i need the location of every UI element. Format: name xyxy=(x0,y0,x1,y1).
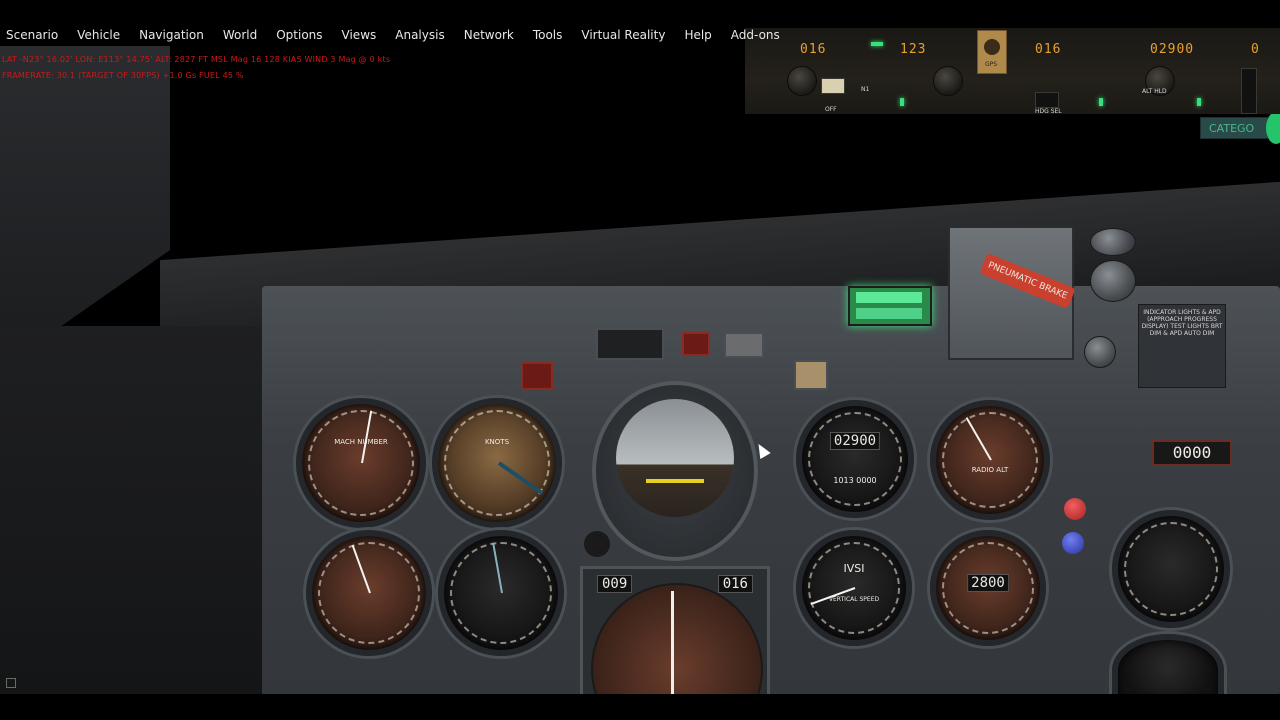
menu-analysis[interactable]: Analysis xyxy=(395,28,444,42)
cockpit-view: MACH NUMBER KNOTS 009 016 02900 1013 000… xyxy=(0,46,1280,706)
status-framerate-line: FRAMERATE: 30.1 (TARGET OF 30FPS) +1.0 G… xyxy=(2,71,244,80)
mcp-heading-readout: 016 xyxy=(1035,42,1062,57)
altimeter-ticks xyxy=(808,412,902,506)
ivsi-label: IVSI xyxy=(843,562,865,575)
mach-gauge: MACH NUMBER xyxy=(296,398,426,528)
attitude-indicator xyxy=(584,381,758,561)
hsi-dial xyxy=(591,583,763,697)
hsi: 009 016 xyxy=(580,566,770,700)
hsi-course-readout: 009 xyxy=(597,575,633,593)
menu-add-ons[interactable]: Add-ons xyxy=(731,28,780,42)
course-knob[interactable] xyxy=(787,66,817,96)
mode-control-panel: 016 123 GPS 016 02900 0 OFF N1 HDG SEL A… xyxy=(745,28,1280,115)
corner-status-icon[interactable] xyxy=(6,678,16,688)
hdg-sel-button[interactable] xyxy=(1035,92,1059,108)
red-button[interactable] xyxy=(1064,498,1086,520)
menu-world[interactable]: World xyxy=(223,28,257,42)
mach-ticks xyxy=(308,410,414,516)
annunciator-lights[interactable] xyxy=(848,286,932,326)
alt-hld-label: ALT HLD xyxy=(1142,88,1167,95)
marker-knob[interactable] xyxy=(1084,336,1116,368)
gps-label: GPS xyxy=(985,61,998,68)
adi-ball xyxy=(616,399,734,517)
altimeter: 02900 1013 0000 xyxy=(796,400,914,518)
menu-options[interactable]: Options xyxy=(276,28,322,42)
pneumatic-brake-handle[interactable]: PNEUMATIC BRAKE xyxy=(979,253,1076,309)
altimeter-baro: 1013 0000 xyxy=(833,476,877,485)
menu-navigation[interactable]: Navigation xyxy=(139,28,204,42)
standby-alt-readout: 2800 xyxy=(967,574,1009,592)
off-label: OFF xyxy=(825,106,837,113)
mda-button[interactable] xyxy=(794,360,828,390)
menu-help[interactable]: Help xyxy=(684,28,711,42)
airspeed-gauge: KNOTS xyxy=(432,398,562,528)
hsi-course-pointer xyxy=(671,591,674,697)
mcp-course-readout: 016 xyxy=(800,42,827,57)
menu-views[interactable]: Views xyxy=(342,28,377,42)
airspeed-ticks xyxy=(444,410,550,516)
hsi-distance-readout: 016 xyxy=(717,575,753,593)
knots-label: KNOTS xyxy=(484,438,510,446)
menu-virtual-reality[interactable]: Virtual Reality xyxy=(581,28,665,42)
left-console xyxy=(0,326,290,696)
fd-switch[interactable] xyxy=(821,78,845,94)
n1-light xyxy=(900,98,904,106)
vs-wheel[interactable] xyxy=(1241,68,1257,114)
letterbox-top xyxy=(0,0,1280,24)
status-position-line: LAT -N23° 16.02' LON: E113° 14.75' ALT: … xyxy=(2,55,391,64)
radio-alt-label: RADIO ALT xyxy=(971,466,1009,474)
apts-light xyxy=(521,362,553,390)
vsi-gauge: IVSI VERTICAL SPEED xyxy=(796,530,912,646)
standby-altimeter: 2800 xyxy=(930,530,1046,646)
clock-gauge xyxy=(306,530,432,656)
warning-button[interactable] xyxy=(596,328,664,360)
blue-button[interactable] xyxy=(1062,532,1084,554)
indicator-placard: INDICATOR LIGHTS & APD (APPROACH PROGRES… xyxy=(1138,304,1226,388)
knob-right[interactable] xyxy=(1090,260,1136,302)
knob-upper-right[interactable] xyxy=(1090,228,1136,256)
menu-vehicle[interactable]: Vehicle xyxy=(77,28,120,42)
alt-hld-light xyxy=(1197,98,1201,106)
standby-adi-ticks xyxy=(1124,522,1218,616)
annunciator-upper xyxy=(856,292,922,303)
mcp-gps-button[interactable]: GPS xyxy=(977,30,1007,74)
radio-alt-counter: 0000 xyxy=(1152,440,1232,466)
speed-knob[interactable] xyxy=(933,66,963,96)
mcp-at-arm-light xyxy=(871,42,883,46)
menu-bar: Scenario Vehicle Navigation World Option… xyxy=(0,24,780,46)
hdg-sel-light xyxy=(1099,98,1103,106)
letterbox-bottom xyxy=(0,694,1280,720)
standby-adi xyxy=(1112,510,1230,628)
mcp-vs-readout: 0 xyxy=(1251,42,1260,57)
red-warning-light xyxy=(682,332,710,356)
altimeter-readout: 02900 xyxy=(829,432,881,450)
test-button[interactable] xyxy=(724,332,764,358)
pneumatic-brake-panel: PNEUMATIC BRAKE xyxy=(948,226,1076,360)
n1-label: N1 xyxy=(861,86,870,93)
adi-aircraft-symbol xyxy=(646,479,704,483)
radio-altimeter: RADIO ALT xyxy=(930,400,1050,520)
menu-network[interactable]: Network xyxy=(464,28,514,42)
gps-knob-icon xyxy=(984,39,1000,55)
mach-label: MACH NUMBER xyxy=(334,438,388,446)
mcp-altitude-readout: 02900 xyxy=(1150,42,1195,57)
hdg-sel-label: HDG SEL xyxy=(1035,108,1062,115)
adi-knob[interactable] xyxy=(584,531,610,557)
simulator-viewport[interactable]: Scenario Vehicle Navigation World Option… xyxy=(0,0,1280,720)
menu-tools[interactable]: Tools xyxy=(533,28,563,42)
annunciator-lower xyxy=(856,308,922,319)
mcp-ias-readout: 123 xyxy=(900,42,927,57)
rmi-gauge xyxy=(438,530,564,656)
menu-scenario[interactable]: Scenario xyxy=(6,28,58,42)
